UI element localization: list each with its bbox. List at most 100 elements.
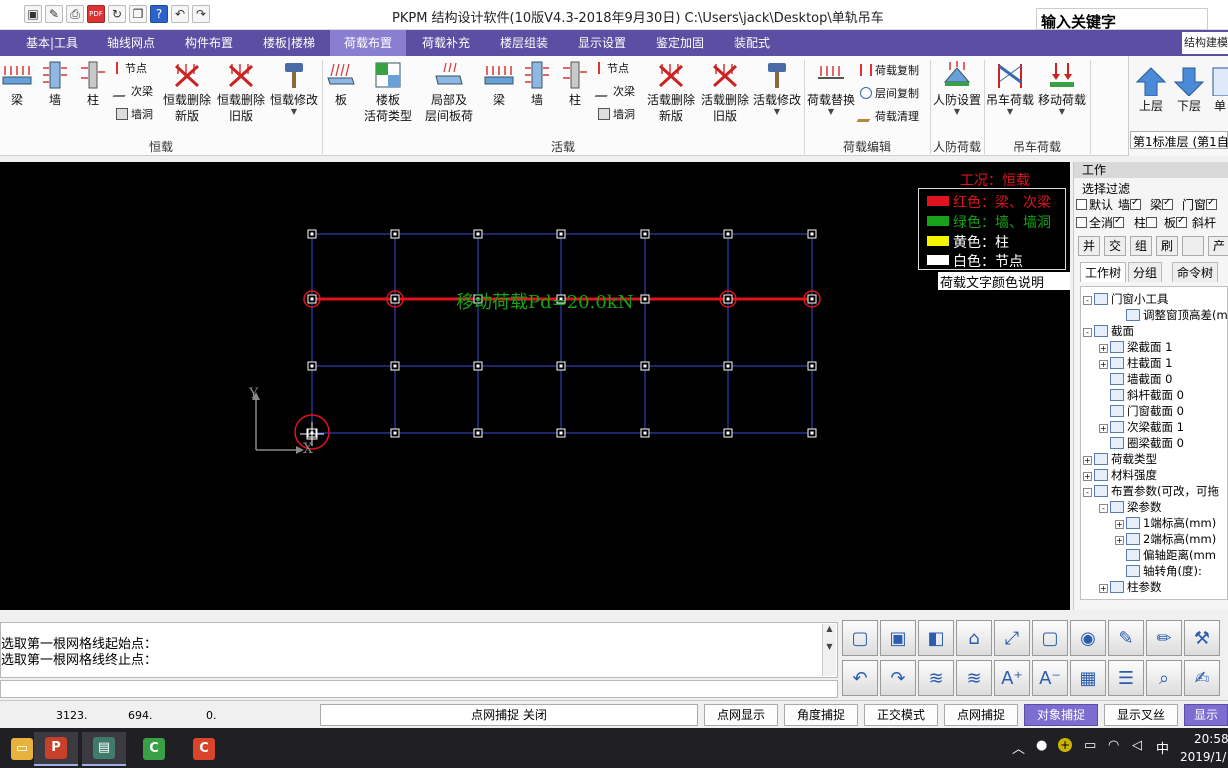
window-icon[interactable]: ❐ bbox=[129, 5, 147, 23]
grid-node[interactable] bbox=[390, 229, 400, 239]
grid-node[interactable] bbox=[473, 229, 483, 239]
grid-node[interactable] bbox=[723, 361, 733, 371]
taskbar-powerpoint[interactable]: P bbox=[34, 732, 78, 766]
tree-node[interactable]: + 柱参数 bbox=[1099, 579, 1162, 595]
live-load-column-button[interactable]: 柱 bbox=[558, 60, 592, 108]
tab-member-layout[interactable]: 构件布置 bbox=[170, 30, 248, 56]
tab-floor-assembly[interactable]: 楼层组装 bbox=[486, 30, 562, 56]
expand-icon[interactable]: + bbox=[1099, 360, 1108, 369]
intersect-button[interactable]: 交 bbox=[1104, 236, 1126, 256]
collapse-icon[interactable]: - bbox=[1083, 296, 1092, 305]
tools-icon[interactable]: ⚒ bbox=[1184, 620, 1220, 656]
grid-node[interactable] bbox=[723, 294, 733, 304]
collapse-icon[interactable]: - bbox=[1099, 504, 1108, 513]
grid-node[interactable] bbox=[807, 361, 817, 371]
grid-node[interactable] bbox=[807, 428, 817, 438]
single-floor-button[interactable]: 单 bbox=[1211, 66, 1228, 114]
tree-node[interactable]: +2端标高(mm) bbox=[1115, 531, 1216, 547]
collapse-icon[interactable]: - bbox=[1083, 488, 1092, 497]
lower-floor-button[interactable]: 下层 bbox=[1171, 66, 1207, 114]
live-load-beam-button[interactable]: 梁 bbox=[482, 60, 516, 108]
tree-node[interactable]: + 梁截面 1 bbox=[1099, 339, 1172, 355]
grid-snap-toggle[interactable]: 点网捕捉 bbox=[944, 704, 1018, 726]
expand-icon[interactable]: + bbox=[1115, 520, 1124, 529]
grid-node[interactable] bbox=[473, 428, 483, 438]
search-report-icon[interactable]: ⌕ bbox=[1146, 660, 1182, 696]
filter-beam-checkbox[interactable]: 梁 bbox=[1150, 196, 1175, 213]
live-load-subbeam-button[interactable]: 次梁 bbox=[594, 85, 635, 99]
dead-load-delete-old-button[interactable]: 恒载删除 旧版 bbox=[214, 60, 268, 124]
group-button[interactable]: 组 bbox=[1130, 236, 1152, 256]
clock-time[interactable]: 20:58 bbox=[1194, 732, 1228, 746]
view-3d-front-icon[interactable]: ▢ bbox=[842, 620, 878, 656]
grid-node[interactable] bbox=[307, 229, 317, 239]
tray-ime[interactable]: 中 bbox=[1156, 738, 1169, 757]
tree-node[interactable]: - 梁参数 bbox=[1099, 499, 1162, 515]
filter-wall-checkbox[interactable]: 墙 bbox=[1118, 196, 1143, 213]
save-icon[interactable]: ▣ bbox=[24, 5, 42, 23]
standard-floor-select[interactable]: 第1标准层 (第1自 bbox=[1130, 131, 1228, 149]
live-load-delete-old-button[interactable]: 活载删除 旧版 bbox=[698, 60, 752, 124]
view-3d-side-icon[interactable]: ◧ bbox=[918, 620, 954, 656]
grid-node[interactable] bbox=[807, 229, 817, 239]
tab-prefab[interactable]: 装配式 bbox=[720, 30, 784, 56]
filter-default-checkbox[interactable]: 默认 bbox=[1076, 196, 1113, 213]
tree-node[interactable]: 门窗截面 0 bbox=[1099, 403, 1184, 419]
view-3d-iso-icon[interactable]: ▣ bbox=[880, 620, 916, 656]
ortho-mode-toggle[interactable]: 正交模式 bbox=[864, 704, 938, 726]
object-snap-toggle[interactable]: 对象捕捉 bbox=[1024, 704, 1098, 726]
filter-door-window-checkbox[interactable]: 门窗 bbox=[1182, 196, 1219, 213]
tree-node[interactable]: + 材料强度 bbox=[1083, 467, 1157, 483]
tree-node[interactable]: +1端标高(mm) bbox=[1115, 515, 1216, 531]
view-box-icon[interactable]: ▢ bbox=[1032, 620, 1068, 656]
taskbar-camtasia-recorder[interactable]: C bbox=[182, 732, 226, 766]
font-larger-icon[interactable]: A⁺ bbox=[994, 660, 1030, 696]
tree-node[interactable]: + 荷载类型 bbox=[1083, 451, 1157, 467]
expand-icon[interactable]: + bbox=[1099, 344, 1108, 353]
edit-report-icon[interactable]: ✍ bbox=[1184, 660, 1220, 696]
dead-load-subbeam-button[interactable]: 次梁 bbox=[112, 85, 153, 99]
tab-axis-grid[interactable]: 轴线网点 bbox=[94, 30, 168, 56]
tree-node[interactable]: + 次梁截面 1 bbox=[1099, 419, 1184, 435]
grid-node[interactable] bbox=[473, 361, 483, 371]
tab-work-tree[interactable]: 工作树 bbox=[1080, 262, 1127, 282]
tab-display-settings[interactable]: 显示设置 bbox=[564, 30, 640, 56]
dead-load-modify-button[interactable]: 恒载修改 ▼ bbox=[268, 60, 320, 116]
expand-icon[interactable]: + bbox=[1083, 472, 1092, 481]
tree-node[interactable]: 轴转角(度): bbox=[1115, 563, 1202, 579]
help-icon[interactable]: ? bbox=[150, 5, 168, 23]
grid-node[interactable] bbox=[640, 294, 650, 304]
grid-node[interactable] bbox=[390, 361, 400, 371]
civil-defense-set-button[interactable]: 人防设置 ▼ bbox=[932, 60, 982, 116]
taskbar-pkpm[interactable]: ▤ bbox=[82, 732, 126, 766]
local-interlayer-load-button[interactable]: 局部及 层间板荷 bbox=[420, 60, 478, 124]
grid-node[interactable] bbox=[723, 229, 733, 239]
tab-load-layout[interactable]: 荷载布置 bbox=[330, 30, 406, 56]
grid-node[interactable] bbox=[390, 428, 400, 438]
floor-live-type-button[interactable]: 楼板 活荷类型 bbox=[360, 60, 416, 124]
layers-icon[interactable]: ≋ bbox=[918, 660, 954, 696]
grid-node[interactable] bbox=[556, 361, 566, 371]
live-load-delete-new-button[interactable]: 活载删除 新版 bbox=[644, 60, 698, 124]
sphere-icon[interactable]: ◉ bbox=[1070, 620, 1106, 656]
tray-volume-icon[interactable]: ◁ bbox=[1132, 738, 1142, 753]
crosshair-toggle[interactable]: 显示叉丝 bbox=[1104, 704, 1178, 726]
filter-clear-all-checkbox[interactable]: 全消 bbox=[1076, 214, 1126, 231]
dead-load-column-button[interactable]: 柱 bbox=[76, 60, 110, 108]
redo-icon[interactable]: ↷ bbox=[192, 5, 210, 23]
grid-node[interactable] bbox=[723, 428, 733, 438]
tray-battery-icon[interactable]: ▭ bbox=[1084, 738, 1096, 753]
view-home-icon[interactable]: ⌂ bbox=[956, 620, 992, 656]
tab-group[interactable]: 分组 bbox=[1128, 262, 1163, 282]
filter-column-checkbox[interactable]: 柱 bbox=[1134, 214, 1159, 231]
pencil-icon[interactable]: ✏ bbox=[1146, 620, 1182, 656]
tab-load-supplement[interactable]: 荷载补充 bbox=[408, 30, 484, 56]
upper-floor-button[interactable]: 上层 bbox=[1133, 66, 1169, 114]
tray-plus-icon[interactable]: + bbox=[1058, 738, 1072, 753]
font-smaller-icon[interactable]: A⁻ bbox=[1032, 660, 1068, 696]
tree-node[interactable]: 偏轴距离(mm bbox=[1115, 547, 1216, 563]
dead-load-wall-button[interactable]: 墙 bbox=[38, 60, 72, 108]
expand-icon[interactable]: + bbox=[1099, 424, 1108, 433]
keyword-search-input[interactable]: 输入关键字 bbox=[1036, 8, 1208, 31]
tree-node[interactable]: 圈梁截面 0 bbox=[1099, 435, 1184, 451]
